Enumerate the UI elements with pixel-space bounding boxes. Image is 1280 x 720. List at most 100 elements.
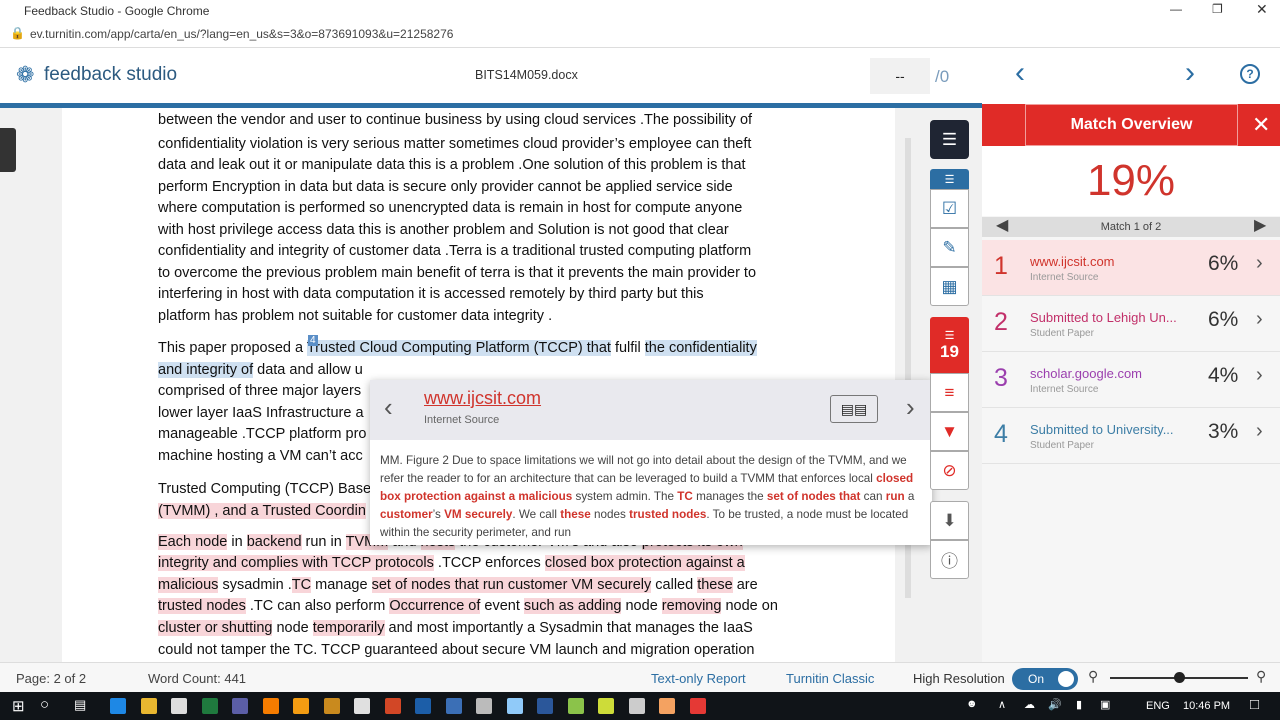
battery-icon[interactable]: ▮ [1076,698,1082,711]
text-only-report-link[interactable]: Text-only Report [651,671,746,686]
chevron-right-icon[interactable]: › [1256,364,1263,387]
taskbar-app-icon[interactable] [110,698,126,714]
match-highlight[interactable]: backend [246,534,302,550]
turnitin-classic-link[interactable]: Turnitin Classic [786,671,874,686]
onedrive-icon[interactable]: ☁ [1024,698,1035,711]
taskbar-app-icon[interactable] [598,698,614,714]
match-highlight[interactable]: malicious [158,577,219,593]
help-icon[interactable]: ? [1240,64,1260,84]
next-match-button[interactable]: ▶ [1254,216,1266,236]
match-highlight[interactable]: Trusted Cloud Computing Platform (TCCP) … [306,340,611,356]
taskbar-app-icon[interactable] [415,698,431,714]
next-page-button[interactable]: › [1185,56,1195,90]
taskbar-app-icon[interactable] [354,698,370,714]
match-highlight[interactable]: temporarily [312,620,385,636]
exclude-icon[interactable]: ⊘ [930,451,969,490]
match-highlight[interactable]: such as adding [523,598,622,614]
match-row[interactable]: 3 scholar.google.com Internet Source 4% … [982,352,1280,408]
match-highlight[interactable]: and integrity of [158,362,254,378]
match-row[interactable]: 2 Submitted to Lehigh Un... Student Pape… [982,296,1280,352]
tray-chevron-icon[interactable]: ∧ [998,698,1006,711]
people-icon[interactable]: ☻ [966,698,978,710]
taskbar-app-icon[interactable] [384,698,401,714]
match-source[interactable]: Submitted to Lehigh Un... [1030,310,1177,325]
match-highlight[interactable]: Each node [158,534,228,550]
match-badge[interactable]: 4 [308,335,318,346]
info-icon[interactable]: ⓘ [930,540,969,579]
match-source[interactable]: scholar.google.com [1030,366,1142,381]
side-drawer-handle[interactable] [0,128,16,172]
rubric-grid-icon[interactable]: ▦ [930,267,969,306]
task-view-icon[interactable]: ▤ [74,697,86,713]
match-highlight[interactable]: TC [291,577,312,593]
zoom-out-icon[interactable]: ⚲ [1088,668,1098,685]
chevron-right-icon[interactable]: › [1256,252,1263,275]
popup-prev-button[interactable]: ‹ [384,392,393,423]
maximize-icon[interactable]: ❐ [1212,2,1223,16]
taskbar-app-icon[interactable] [659,698,675,714]
start-icon[interactable]: ⊞ [12,697,25,715]
taskbar-app-icon[interactable] [628,698,645,714]
close-panel-icon[interactable]: ✕ [1252,112,1270,138]
clock[interactable]: 10:46 PM [1183,700,1230,712]
url-text[interactable]: ev.turnitin.com/app/carta/en_us/?lang=en… [30,27,453,41]
high-resolution-toggle[interactable]: On [1012,668,1078,690]
match-highlight[interactable]: cluster or shutting [158,620,273,636]
match-highlight[interactable]: Occurrence of [389,598,481,614]
match-highlight[interactable]: these [697,577,733,593]
popup-next-button[interactable]: › [906,392,915,423]
taskbar-app-icon[interactable] [262,698,279,714]
chevron-right-icon[interactable]: › [1256,308,1263,331]
taskbar-app-icon[interactable] [140,698,157,714]
close-window-icon[interactable]: ✕ [1256,1,1268,18]
edit-icon[interactable]: ✎ [930,228,969,267]
taskbar-app-icon[interactable] [689,698,706,714]
match-row[interactable]: 4 Submitted to University... Student Pap… [982,408,1280,464]
text-segment: data and allow u [253,362,363,378]
taskbar-app-icon[interactable] [293,698,309,714]
match-source[interactable]: www.ijcsit.com [1030,254,1115,269]
minimize-icon[interactable]: — [1170,2,1182,16]
prev-page-button[interactable]: ‹ [1015,56,1025,90]
download-icon[interactable]: ⬇ [930,501,969,540]
match-highlight[interactable]: integrity and complies with TCCP protoco… [158,555,434,571]
volume-icon[interactable]: 🔊 [1048,698,1062,711]
match-highlight[interactable]: trusted nodes [158,598,246,614]
checkbox-icon[interactable]: ☑ [930,189,969,228]
filter-icon[interactable]: ▼ [930,412,969,451]
match-highlight[interactable]: the confidentiality [644,340,757,356]
match-source[interactable]: Submitted to University... [1030,422,1174,437]
chevron-right-icon[interactable]: › [1256,420,1263,443]
match-highlight[interactable]: removing [661,598,722,614]
grading-layer-icon[interactable]: ☰ [930,169,969,189]
address-bar[interactable]: 🔒 ev.turnitin.com/app/carta/en_us/?lang=… [0,21,1280,48]
taskbar-app-icon[interactable] [445,698,462,714]
zoom-in-icon[interactable]: ⚲ [1256,668,1266,685]
notifications-icon[interactable]: □ [1250,696,1259,713]
page-input[interactable]: -- [870,58,930,94]
prev-match-button[interactable]: ◀ [996,216,1008,236]
match-highlight[interactable]: (TVMM) , and a Trusted Coordin [158,503,366,519]
similarity-button[interactable]: ☰ 19 [930,317,969,373]
app-logo[interactable]: feedback studio [44,64,177,86]
sort-icon[interactable]: ≡ [930,373,969,412]
text-segment: event [480,598,524,614]
zoom-slider-handle[interactable] [1174,672,1185,683]
language-indicator[interactable]: ENG [1146,700,1170,712]
taskbar-app-icon[interactable] [323,698,340,714]
match-highlight[interactable]: set of nodes that run customer VM secure… [371,577,652,593]
search-icon[interactable]: ○ [40,696,49,713]
match-highlight[interactable]: closed box protection against a [544,555,745,571]
taskbar-app-icon[interactable] [476,698,492,714]
taskbar-app-icon[interactable] [506,698,523,714]
taskbar-app-icon[interactable] [232,698,248,714]
taskbar-app-icon[interactable] [567,698,584,714]
match-row[interactable]: 1 www.ijcsit.com Internet Source 6% › [982,240,1280,296]
taskbar-app-icon[interactable] [537,698,553,714]
popup-source-link[interactable]: www.ijcsit.com [424,388,541,409]
taskbar-app-icon[interactable] [201,698,218,714]
network-icon[interactable]: ▣ [1100,698,1110,711]
taskbar-app-icon[interactable] [171,698,187,714]
layers-icon[interactable]: ☰ [930,120,969,159]
side-by-side-icon[interactable]: ▤▤ [830,395,878,423]
